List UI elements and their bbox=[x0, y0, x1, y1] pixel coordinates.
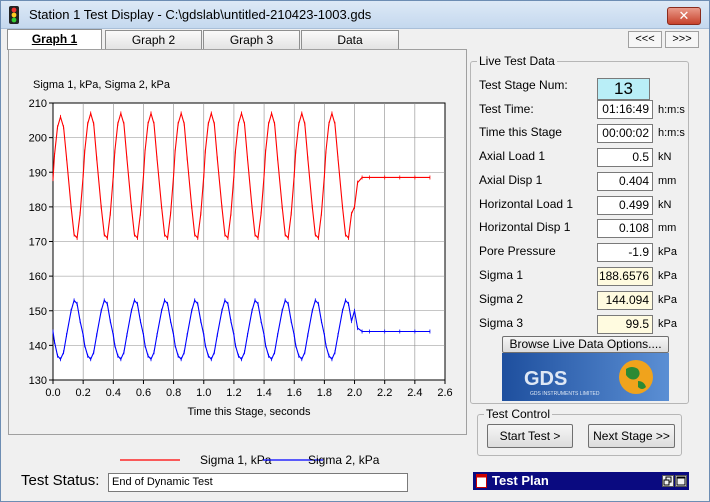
time-this-stage-value: 00:00:02 bbox=[597, 124, 653, 143]
maximize-icon bbox=[676, 476, 686, 486]
graph-panel: Sigma 1, kPa, Sigma 2, kPa 130 140 150 160 1… bbox=[8, 49, 467, 435]
tab-graph-1[interactable]: Graph 1 bbox=[7, 29, 102, 50]
x-tick-label: 2.6 bbox=[437, 387, 452, 399]
tab-bar: Graph 1 Graph 2 Graph 3 Data <<< >>> bbox=[1, 29, 709, 50]
stage-num-value: 13 bbox=[597, 78, 650, 100]
x-tick-label: 2.0 bbox=[347, 387, 362, 399]
traffic-light-icon bbox=[9, 6, 19, 24]
x-tick-label: 1.0 bbox=[196, 387, 211, 399]
horizontal-load-unit: kN bbox=[658, 199, 672, 211]
axial-disp-value: 0.404 bbox=[597, 172, 653, 191]
sigma-1-label: Sigma 1 bbox=[479, 268, 524, 282]
horizontal-disp-label: Horizontal Disp 1 bbox=[479, 220, 571, 234]
test-status-field: End of Dynamic Test bbox=[108, 473, 408, 492]
x-tick-label: 0.6 bbox=[136, 387, 151, 399]
x-tick-label: 0.2 bbox=[76, 387, 91, 399]
axial-load-label: Axial Load 1 bbox=[479, 149, 546, 163]
horizontal-load-value: 0.499 bbox=[597, 196, 653, 215]
restore-button[interactable] bbox=[662, 475, 674, 487]
browse-live-data-options-button[interactable]: Browse Live Data Options.... bbox=[502, 336, 669, 353]
gds-logo: GDS GDS INSTRUMENTS LIMITED bbox=[502, 353, 669, 401]
time-this-stage-unit: h:m:s bbox=[658, 127, 685, 139]
y-ticks: 130 140 150 160 170 180 190 200 210 bbox=[29, 98, 53, 387]
y-tick-label: 160 bbox=[29, 271, 47, 283]
next-stage-button[interactable]: Next Stage >> bbox=[588, 424, 675, 448]
tab-graph-2[interactable]: Graph 2 bbox=[105, 30, 202, 49]
live-test-data-title: Live Test Data bbox=[477, 54, 557, 68]
gds-logo-subtext: GDS INSTRUMENTS LIMITED bbox=[530, 391, 600, 397]
test-plan-title: Test Plan bbox=[492, 473, 549, 488]
close-button[interactable]: ✕ bbox=[667, 7, 701, 25]
x-tick-label: 0.4 bbox=[106, 387, 121, 399]
y-tick-label: 200 bbox=[29, 133, 47, 145]
sigma-2-value: 144.094 bbox=[597, 291, 653, 310]
axial-disp-unit: mm bbox=[658, 175, 677, 187]
legend-svg: Sigma 1, kPa Sigma 2, kPa bbox=[120, 453, 380, 467]
legend-label-sigma-1: Sigma 1, kPa bbox=[200, 453, 272, 467]
document-icon bbox=[476, 474, 487, 488]
main-window: Station 1 Test Display - C:\gdslab\untit… bbox=[0, 0, 710, 502]
stage-num-label: Test Stage Num: bbox=[479, 78, 568, 92]
y-axis-label: Sigma 1, kPa, Sigma 2, kPa bbox=[33, 79, 171, 91]
close-icon: ✕ bbox=[678, 8, 690, 23]
test-time-unit: h:m:s bbox=[658, 104, 685, 116]
x-axis-label: Time this Stage, seconds bbox=[187, 406, 311, 418]
sigma-3-unit: kPa bbox=[658, 318, 677, 330]
x-tick-label: 1.8 bbox=[317, 387, 332, 399]
x-tick-label: 1.4 bbox=[256, 387, 271, 399]
chart-legend: Sigma 1, kPa Sigma 2, kPa bbox=[8, 443, 467, 473]
tab-data[interactable]: Data bbox=[301, 30, 399, 49]
restore-icon bbox=[663, 476, 672, 486]
y-tick-label: 190 bbox=[29, 167, 47, 179]
y-tick-label: 140 bbox=[29, 340, 47, 352]
axial-load-unit: kN bbox=[658, 151, 672, 163]
sigma-2-label: Sigma 2 bbox=[479, 292, 524, 306]
y-tick-label: 180 bbox=[29, 202, 47, 214]
x-tick-label: 2.2 bbox=[377, 387, 392, 399]
sigma-2-unit: kPa bbox=[658, 294, 677, 306]
x-tick-label: 1.6 bbox=[287, 387, 302, 399]
axial-load-value: 0.5 bbox=[597, 148, 653, 167]
x-tick-label: 0.8 bbox=[166, 387, 181, 399]
window-title: Station 1 Test Display - C:\gdslab\untit… bbox=[29, 7, 372, 22]
pore-pressure-value: -1.9 bbox=[597, 243, 653, 262]
next-page-button[interactable]: >>> bbox=[665, 31, 699, 48]
axial-disp-label: Axial Disp 1 bbox=[479, 173, 543, 187]
pore-pressure-unit: kPa bbox=[658, 246, 677, 258]
x-tick-label: 0.0 bbox=[45, 387, 60, 399]
test-time-value: 01:16:49 bbox=[597, 100, 653, 119]
horizontal-disp-unit: mm bbox=[658, 222, 677, 234]
sigma-chart: Sigma 1, kPa, Sigma 2, kPa 1301401501601… bbox=[29, 79, 453, 418]
prev-page-button[interactable]: <<< bbox=[628, 31, 662, 48]
x-ticks: 0.0 0.2 0.4 0.6 0.8 1.0 1.2 1.4 1.6 1.8 2.0 2.2 2.4 2… bbox=[45, 380, 453, 399]
gds-logo-text: GDS bbox=[524, 368, 567, 390]
sigma-1-value: 188.6576 bbox=[597, 267, 653, 286]
y-tick-label: 150 bbox=[29, 306, 47, 318]
horizontal-load-label: Horizontal Load 1 bbox=[479, 197, 574, 211]
tab-graph-3[interactable]: Graph 3 bbox=[203, 30, 300, 49]
sigma-3-label: Sigma 3 bbox=[479, 316, 524, 330]
legend-label-sigma-2: Sigma 2, kPa bbox=[308, 453, 380, 467]
test-status-label: Test Status: bbox=[21, 472, 100, 489]
y-tick-label: 210 bbox=[29, 98, 47, 110]
test-time-label: Test Time: bbox=[479, 102, 534, 116]
time-this-stage-label: Time this Stage bbox=[479, 125, 562, 139]
test-plan-window[interactable]: Test Plan bbox=[473, 472, 689, 490]
sigma-1-unit: kPa bbox=[658, 270, 677, 282]
x-tick-label: 2.4 bbox=[407, 387, 422, 399]
sigma-3-value: 99.5 bbox=[597, 315, 653, 334]
pore-pressure-label: Pore Pressure bbox=[479, 244, 556, 258]
y-tick-label: 170 bbox=[29, 237, 47, 249]
test-control-title: Test Control bbox=[484, 407, 553, 421]
maximize-button[interactable] bbox=[675, 475, 687, 487]
x-tick-label: 1.2 bbox=[226, 387, 241, 399]
y-tick-label: 130 bbox=[29, 375, 47, 387]
title-bar: Station 1 Test Display - C:\gdslab\untit… bbox=[1, 1, 709, 29]
horizontal-disp-value: 0.108 bbox=[597, 219, 653, 238]
start-test-button[interactable]: Start Test > bbox=[487, 424, 573, 448]
